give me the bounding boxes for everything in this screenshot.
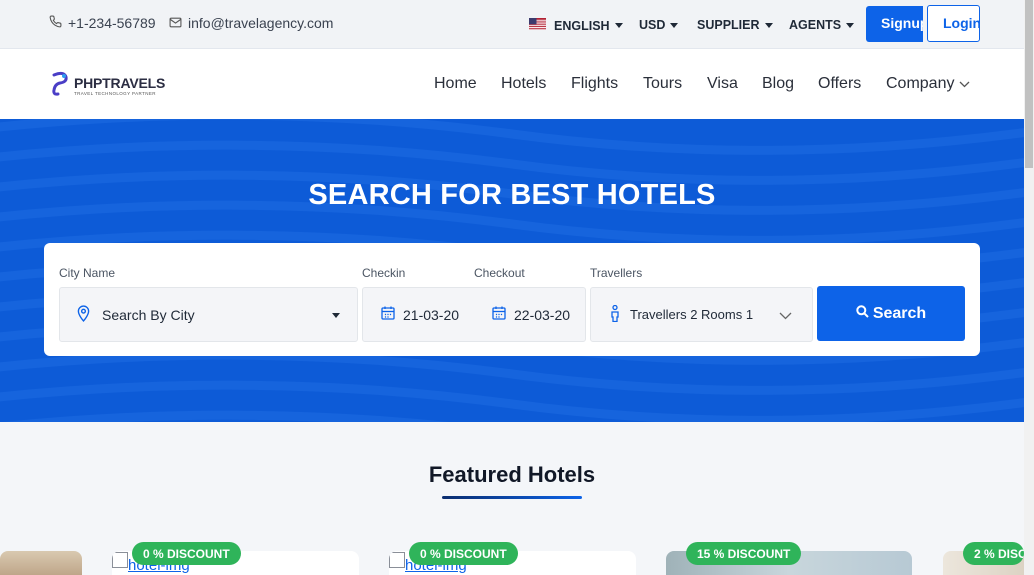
agents-dropdown[interactable]: AGENTS <box>789 18 855 32</box>
language-label: ENGLISH <box>554 18 610 33</box>
city-select[interactable]: Search By City <box>59 287 358 342</box>
phone-number: +1-234-56789 <box>68 15 156 31</box>
travellers-dropdown[interactable]: Travellers 2 Rooms 1 <box>590 287 813 342</box>
date-range: 21-03-20 22-03-20 <box>362 287 586 342</box>
email-address: info@travelagency.com <box>188 15 334 31</box>
calendar-icon <box>381 306 395 323</box>
chevron-down-icon <box>670 22 679 28</box>
phone-contact[interactable]: +1-234-56789 <box>49 15 156 31</box>
main-navbar: PHPTRAVELS TRAVEL TECHNOLOGY PARTNER Hom… <box>0 49 1024 119</box>
logo-mark-icon <box>50 70 70 101</box>
travellers-label: Travellers <box>590 266 643 280</box>
dropdown-arrow-icon <box>332 313 340 318</box>
nav-company[interactable]: Company <box>886 75 970 93</box>
supplier-dropdown[interactable]: SUPPLIER <box>697 18 773 32</box>
heading-underline <box>442 496 582 499</box>
checkin-input[interactable]: 21-03-20 <box>381 306 483 323</box>
chevron-down-icon <box>614 23 623 28</box>
search-icon <box>856 304 869 323</box>
discount-badge: 0 % DISCOUNT <box>409 542 518 565</box>
nav-visa[interactable]: Visa <box>707 75 738 93</box>
nav-home[interactable]: Home <box>434 75 477 93</box>
hero-title: SEARCH FOR BEST HOTELS <box>308 179 716 211</box>
us-flag-icon <box>529 18 546 33</box>
supplier-label: SUPPLIER <box>697 18 760 32</box>
person-icon <box>610 304 620 325</box>
email-contact[interactable]: info@travelagency.com <box>169 15 333 31</box>
nav-offers[interactable]: Offers <box>818 75 861 93</box>
checkout-value: 22-03-20 <box>514 306 571 323</box>
phone-icon <box>49 15 62 31</box>
checkin-value: 21-03-20 <box>403 306 460 323</box>
calendar-icon <box>492 306 506 323</box>
city-label: City Name <box>59 266 116 280</box>
language-dropdown[interactable]: ENGLISH <box>529 18 623 33</box>
hotel-card[interactable] <box>0 551 82 575</box>
discount-badge: 2 % DISCOUNT <box>963 542 1024 565</box>
chevron-down-icon <box>779 308 792 323</box>
discount-badge: 0 % DISCOUNT <box>132 542 241 565</box>
broken-image-icon <box>389 552 405 568</box>
login-button[interactable]: Login <box>927 5 980 42</box>
signup-button[interactable]: Signup <box>866 6 923 42</box>
nav-hotels[interactable]: Hotels <box>501 75 546 93</box>
travellers-value: Travellers 2 Rooms 1 <box>630 307 754 322</box>
city-select-value: Search By City <box>102 306 195 323</box>
checkout-input[interactable]: 22-03-20 <box>492 306 582 323</box>
map-pin-icon <box>77 304 90 325</box>
top-bar: +1-234-56789 info@travelagency.com ENGLI… <box>0 0 1024 49</box>
search-button[interactable]: Search <box>817 286 965 341</box>
brand-tagline: TRAVEL TECHNOLOGY PARTNER <box>74 91 156 96</box>
hero-section: SEARCH FOR BEST HOTELS City Name Checkin… <box>0 119 1024 422</box>
hotel-search-form: City Name Checkin Checkout Travellers Se… <box>44 243 980 356</box>
featured-hotels-heading: Featured Hotels <box>428 462 596 487</box>
scrollbar-thumb[interactable] <box>1025 0 1033 168</box>
discount-badge: 15 % DISCOUNT <box>686 542 802 565</box>
checkout-label: Checkout <box>474 266 525 280</box>
nav-flights[interactable]: Flights <box>571 75 618 93</box>
search-button-label: Search <box>872 304 927 322</box>
chevron-down-icon <box>959 75 970 92</box>
chevron-down-icon <box>846 22 855 28</box>
currency-dropdown[interactable]: USD <box>639 18 679 32</box>
nav-tours[interactable]: Tours <box>643 75 682 93</box>
mail-icon <box>169 15 182 31</box>
brand-name: PHPTRAVELS <box>74 75 166 91</box>
broken-image-icon <box>112 552 128 568</box>
agents-label: AGENTS <box>789 18 842 32</box>
brand-logo[interactable]: PHPTRAVELS TRAVEL TECHNOLOGY PARTNER <box>50 70 165 101</box>
nav-company-label: Company <box>886 75 955 92</box>
chevron-down-icon <box>764 22 773 28</box>
checkin-label: Checkin <box>362 266 406 280</box>
nav-blog[interactable]: Blog <box>762 75 794 93</box>
currency-label: USD <box>639 18 666 32</box>
